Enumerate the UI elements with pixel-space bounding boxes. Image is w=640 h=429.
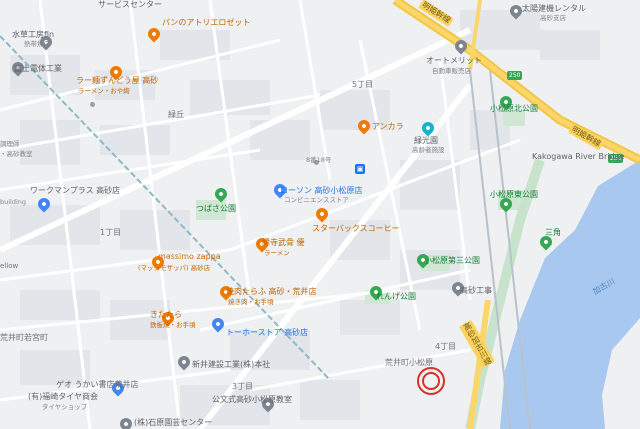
label-kakogawa-bridge[interactable]: Kakogawa River Bridge	[532, 152, 625, 162]
bus-stop-dot-icon	[90, 102, 95, 107]
label-kitatara-sub: 鉄板焼・お手頃	[150, 321, 196, 329]
label-ryokoen-sub: 高齢者施設	[412, 146, 445, 154]
label-auto-merit-sub: 自動車販売店	[432, 67, 471, 75]
label-tokyo-store[interactable]: トーホーストア 高砂店	[226, 328, 308, 338]
selected-location-marker-icon[interactable]	[416, 366, 446, 396]
label-komatsubara-east[interactable]: 小松原東公園	[490, 190, 538, 200]
label-taiyo-rental[interactable]: 太陽建機レンタル	[522, 4, 586, 14]
label-sankaku[interactable]: 三角	[545, 228, 561, 238]
label-yakiniku[interactable]: 焼肉たらふ 高砂・荒井店	[226, 287, 317, 297]
route-shield-icon: 250	[507, 71, 523, 80]
label-hirose[interactable]: (有)福崎タイヤ商会	[28, 392, 98, 402]
label-5-chome: 5丁目	[352, 80, 374, 89]
label-taiyo-rental-sub: 高砂支店	[540, 14, 566, 22]
label-ramen2[interactable]: 縁寺武骨 優	[262, 238, 305, 248]
label-building: building	[0, 198, 27, 206]
label-3-chome: 3丁目	[232, 382, 254, 391]
label-1-chome: 1丁目	[100, 228, 122, 237]
label-mizuhara-sub: 熱帯魚店	[24, 40, 50, 48]
label-sanyo-center: サービスセンター	[98, 0, 162, 9]
label-ramen-zundo-sub: ラーメン・おや絢	[78, 87, 130, 95]
bus-stop-icon[interactable]: ▣	[355, 164, 365, 174]
label-renga-park[interactable]: れんげ公園	[376, 292, 416, 302]
label-kyoshitsu: ・高砂教室	[0, 150, 33, 158]
label-lawson-sub: コンビニエンスストア	[284, 196, 349, 204]
label-yakiniku-sub: 焼き肉・お手頃	[228, 298, 274, 306]
label-ishihara[interactable]: (株)石原園芸センター	[134, 418, 212, 428]
label-ramen2-sub: ラーメン	[264, 249, 290, 257]
label-lawson[interactable]: ローソン 高砂小松原店	[280, 186, 363, 196]
label-auto-merit[interactable]: オートメリット	[426, 56, 482, 66]
label-bakery[interactable]: パンのアトリエロゼット	[162, 18, 250, 28]
label-yellow: ellow	[0, 262, 19, 270]
label-workman[interactable]: ワークマンプラス 高砂店	[30, 186, 120, 196]
label-kitchen: 調理師	[0, 140, 20, 148]
label-koubun[interactable]: 公文式高砂小松原教室	[212, 395, 292, 405]
label-4-chome: 4丁目	[435, 342, 457, 351]
label-8-18: 8番18号	[306, 156, 332, 164]
label-fuji-industry[interactable]: 富士電体工業	[14, 64, 62, 74]
label-takasago-kogyo[interactable]: 高砂工事	[460, 286, 492, 296]
label-ankara[interactable]: アンカラ	[372, 122, 404, 132]
label-mizuhara[interactable]: 水草工房fin	[12, 30, 54, 40]
label-komatsubara3[interactable]: 小松原第三公園	[424, 256, 480, 266]
label-ramen-zundo[interactable]: ラー麺ずんどう屋 高砂	[76, 76, 158, 86]
label-tsubasa-park[interactable]: つばさ公園	[196, 204, 236, 214]
label-midorigaoka: 緑丘	[168, 110, 184, 119]
label-starbucks[interactable]: スターバックスコーヒー	[312, 224, 400, 234]
label-massimo[interactable]: massimo zappa	[158, 252, 221, 262]
map-canvas[interactable]: ▣ 250 250 サービスセンター パンのアトリエロゼット 水草工房fin 熱…	[0, 0, 640, 429]
label-geo[interactable]: ゲオ うかい書店荒井店	[56, 380, 139, 390]
label-komatsubara-north[interactable]: 小松原北公園	[490, 104, 538, 114]
label-hirose-sub: タイヤショップ	[42, 403, 88, 411]
label-massimo-sub: (マッシモザッパ) 高砂店	[138, 264, 211, 272]
label-kitatara[interactable]: きたたら	[150, 310, 182, 320]
label-ryokoen[interactable]: 緑光園	[414, 136, 438, 146]
label-shinmei[interactable]: 新井建設工業(株)本社	[192, 360, 270, 370]
label-arai-komatsubara: 荒井町小松原	[385, 358, 433, 367]
label-arai-mae: 荒井町若宮町	[0, 333, 48, 342]
